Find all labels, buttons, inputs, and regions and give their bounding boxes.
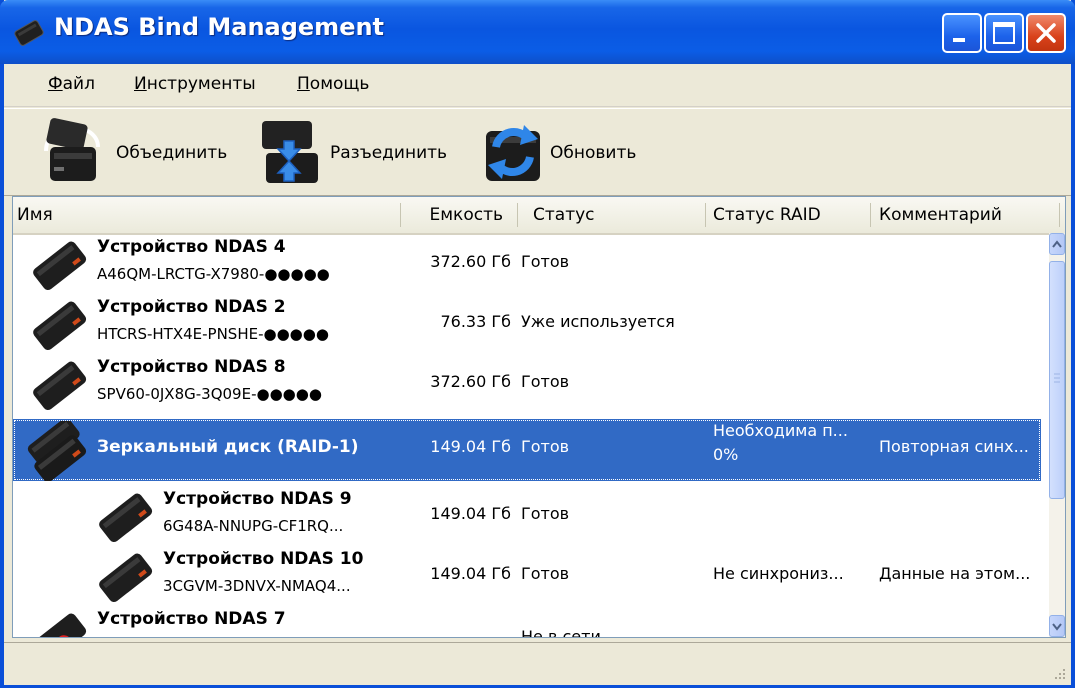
column-comment[interactable]: Комментарий — [879, 197, 1039, 233]
device-list[interactable]: Имя Емкость Статус Статус RAID Комментар… — [12, 196, 1066, 638]
grip-lines-icon — [1054, 373, 1060, 383]
menu-file-label: айл — [62, 74, 95, 94]
column-divider[interactable] — [1059, 203, 1060, 227]
device-name: Устройство NDAS 4 — [97, 237, 286, 257]
resize-grip-icon[interactable] — [1051, 665, 1067, 681]
table-row[interactable]: Устройство NDAS 8 SPV60-0JX8G-3Q09E-●●●●… — [13, 353, 1041, 413]
device-serial: HTCRS-HTX4E-PNSHE-●●●●● — [97, 325, 329, 343]
device-name: Устройство NDAS 2 — [97, 297, 286, 317]
raid-mirror-icon — [27, 421, 87, 481]
device-name: Зеркальный диск (RAID-1) — [97, 437, 359, 457]
scroll-up-button[interactable] — [1049, 233, 1065, 255]
table-row-child[interactable]: Устройство NDAS 9 6G48A-NNUPG-CF1RQ... 1… — [13, 485, 1041, 545]
ndas-disk-icon — [99, 553, 153, 603]
menu-file[interactable]: Файл — [48, 74, 95, 94]
list-header: Имя Емкость Статус Статус RAID Комментар… — [13, 197, 1065, 235]
device-status: Готов — [521, 564, 570, 583]
device-serial: 3CGVM-3DNVX-NMAQ4... — [163, 577, 351, 595]
maximize-button[interactable] — [984, 13, 1024, 53]
device-name: Устройство NDAS 9 — [163, 489, 352, 509]
refresh-button-label: Обновить — [550, 143, 637, 163]
device-status: Не в сети — [521, 627, 601, 638]
scroll-thumb[interactable] — [1049, 261, 1065, 499]
device-capacity: 149.04 Гб — [430, 564, 511, 583]
column-name[interactable]: Имя — [17, 197, 397, 233]
table-row-child[interactable]: Устройство NDAS 10 3CGVM-3DNVX-NMAQ4... … — [13, 545, 1041, 605]
device-capacity: 149.04 Гб — [430, 504, 511, 523]
device-capacity: 372.60 Гб — [430, 252, 511, 271]
column-status[interactable]: Статус — [533, 197, 703, 233]
maximize-icon — [993, 22, 1015, 44]
close-button[interactable] — [1026, 13, 1066, 53]
menu-tools[interactable]: Инструменты — [134, 74, 256, 94]
refresh-button[interactable]: Обновить — [482, 117, 662, 187]
app-window: NDAS Bind Management Файл Инструменты По… — [0, 0, 1075, 688]
menu-file-mnemonic: Ф — [48, 74, 63, 94]
column-raid-status[interactable]: Статус RAID — [713, 197, 863, 233]
minimize-button[interactable] — [942, 13, 982, 53]
table-row[interactable]: Устройство NDAS 4 A46QM-LRCTG-X7980-●●●●… — [13, 233, 1041, 293]
chevron-up-icon — [1052, 240, 1062, 248]
device-comment: Повторная синх... — [879, 437, 1029, 456]
device-status: Готов — [521, 437, 570, 456]
device-name: Устройство NDAS 8 — [97, 357, 286, 377]
refresh-disk-icon — [486, 125, 540, 181]
table-row-raid-selected[interactable]: Зеркальный диск (RAID-1) 149.04 Гб Готов… — [13, 419, 1041, 481]
app-icon — [14, 20, 44, 46]
device-serial: 6G48A-NNUPG-CF1RQ... — [163, 517, 344, 535]
device-serial: SPV60-0JX8G-3Q09E-●●●●● — [97, 385, 322, 403]
minimize-icon — [953, 38, 965, 42]
ndas-disk-icon — [99, 493, 153, 543]
unbind-button[interactable]: Разъединить — [258, 117, 468, 187]
bind-button[interactable]: Объединить — [42, 117, 242, 187]
device-name: Устройство NDAS 10 — [163, 549, 364, 569]
menu-help-mnemonic: П — [297, 74, 310, 94]
device-comment: Данные на этом... — [879, 564, 1031, 583]
scroll-down-button[interactable] — [1049, 615, 1065, 637]
menu-tools-label: нструменты — [146, 74, 256, 94]
column-divider[interactable] — [705, 203, 706, 227]
menu-tools-mnemonic: И — [134, 74, 147, 94]
toolbar: Объединить Разъединить Обновить — [4, 108, 1071, 196]
ndas-disk-icon — [33, 241, 87, 291]
raid-progress: 0% — [713, 445, 739, 464]
raid-status: Не синхрониз... — [713, 564, 844, 583]
ndas-disk-icon — [33, 301, 87, 351]
window-title: NDAS Bind Management — [54, 13, 385, 41]
unbind-button-label: Разъединить — [330, 143, 448, 163]
device-serial: A46QM-LRCTG-X7980-●●●●● — [97, 265, 330, 283]
device-capacity: 76.33 Гб — [440, 312, 511, 331]
column-capacity[interactable]: Емкость — [403, 197, 511, 233]
status-bar — [4, 642, 1071, 685]
device-status: Готов — [521, 372, 570, 391]
table-row[interactable]: Устройство NDAS 2 HTCRS-HTX4E-PNSHE-●●●●… — [13, 293, 1041, 353]
device-capacity: 372.60 Гб — [430, 372, 511, 391]
menu-help-label: омощь — [309, 74, 370, 94]
close-icon — [1036, 23, 1056, 43]
ndas-disk-icon — [33, 361, 87, 411]
chevron-down-icon — [1052, 623, 1062, 631]
bind-button-label: Объединить — [116, 143, 228, 163]
column-divider[interactable] — [400, 203, 401, 227]
menu-help[interactable]: Помощь — [297, 74, 369, 94]
device-status: Готов — [521, 252, 570, 271]
ndas-disk-offline-icon — [33, 613, 87, 637]
table-row[interactable]: Устройство NDAS 7 Не в сети — [13, 605, 1041, 638]
raid-status: Необходима п... — [713, 421, 848, 440]
column-divider[interactable] — [870, 203, 871, 227]
menu-bar: Файл Инструменты Помощь — [4, 64, 1071, 107]
title-bar[interactable]: NDAS Bind Management — [0, 0, 1075, 64]
device-capacity: 149.04 Гб — [430, 437, 511, 456]
unbind-disk-icon — [262, 121, 318, 183]
device-name: Устройство NDAS 7 — [97, 609, 286, 629]
device-status: Готов — [521, 504, 570, 523]
column-divider[interactable] — [517, 203, 518, 227]
bind-disk-icon — [44, 118, 100, 181]
device-status: Уже используется — [521, 312, 675, 331]
vertical-scrollbar[interactable] — [1049, 233, 1065, 637]
